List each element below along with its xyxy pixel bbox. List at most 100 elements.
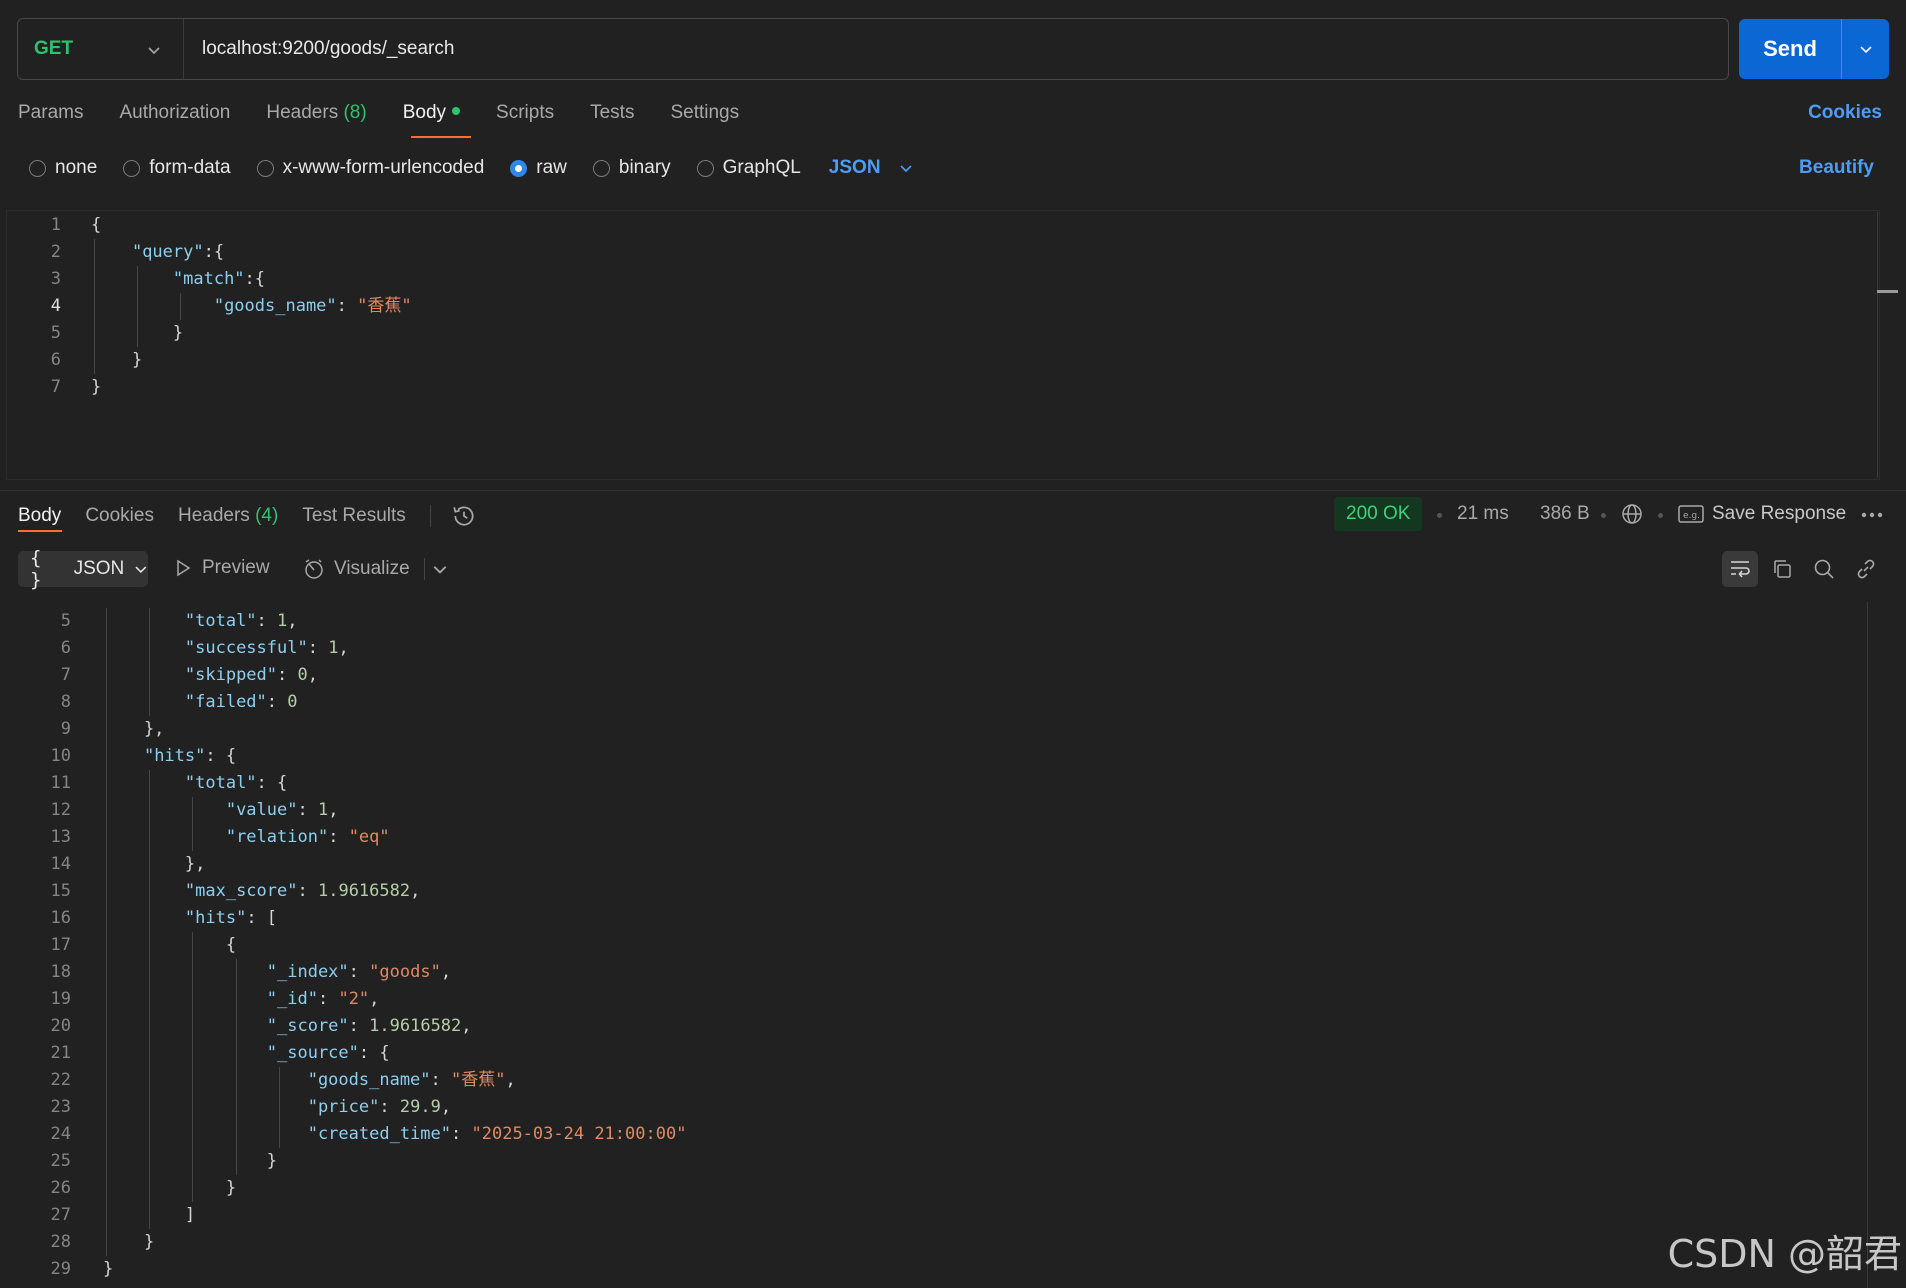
editor-scrollbar[interactable] xyxy=(1877,212,1878,478)
indent-guide xyxy=(192,797,194,824)
tab-authorization[interactable]: Authorization xyxy=(119,102,230,138)
response-time[interactable]: 21 ms xyxy=(1457,503,1509,525)
raw-format-select[interactable]: JSON xyxy=(829,157,913,179)
body-type-raw[interactable]: raw xyxy=(510,157,567,179)
indent-guide xyxy=(106,1148,107,1175)
line-number: 25 xyxy=(50,1151,71,1171)
line-number: 11 xyxy=(50,773,71,793)
send-button[interactable]: Send xyxy=(1739,19,1841,79)
code-line: "total": { xyxy=(184,773,288,793)
indent-guide xyxy=(106,635,107,662)
code-line: "_index": "goods", xyxy=(266,962,452,982)
indent-guide xyxy=(149,1094,151,1121)
line-number: 12 xyxy=(50,800,71,820)
chevron-down-icon[interactable] xyxy=(432,561,448,577)
resp-tab-body[interactable]: Body xyxy=(18,505,61,527)
active-tab-indicator xyxy=(18,530,62,532)
copy-button[interactable] xyxy=(1764,551,1800,587)
body-type-none[interactable]: none xyxy=(29,157,97,179)
indent-guide xyxy=(106,743,107,770)
indent-guide xyxy=(106,1175,107,1202)
indent-guide xyxy=(235,1040,237,1067)
code-line: } xyxy=(103,1178,237,1198)
code-line: } xyxy=(91,350,143,370)
line-number: 18 xyxy=(50,962,71,982)
resp-tab-cookies[interactable]: Cookies xyxy=(85,505,154,527)
url-input[interactable] xyxy=(184,19,1728,79)
line-number: 19 xyxy=(50,989,71,1009)
scrollbar-thumb[interactable] xyxy=(1877,290,1898,293)
indent-guide xyxy=(137,266,139,293)
body-type-binary[interactable]: binary xyxy=(592,157,671,179)
indent-guide xyxy=(149,986,151,1013)
wrap-lines-button[interactable] xyxy=(1722,551,1758,587)
history-icon[interactable] xyxy=(451,503,477,529)
response-format-select[interactable]: { } JSON xyxy=(18,547,148,591)
body-type-form-data[interactable]: form-data xyxy=(123,157,231,179)
tab-body[interactable]: Body xyxy=(403,102,461,138)
code-line: } xyxy=(91,377,102,397)
indent-guide xyxy=(94,347,95,374)
line-number: 24 xyxy=(50,1124,71,1144)
tab-headers[interactable]: Headers (8) xyxy=(266,102,366,138)
wrap-lines-icon xyxy=(1731,561,1750,578)
indent-guide xyxy=(192,1067,194,1094)
send-options-button[interactable] xyxy=(1841,19,1889,79)
indent-guide xyxy=(94,266,95,293)
line-number: 16 xyxy=(50,908,71,928)
indent-guide xyxy=(106,824,107,851)
link-button[interactable] xyxy=(1848,551,1884,587)
pane-divider[interactable] xyxy=(0,490,1906,491)
tab-tests[interactable]: Tests xyxy=(590,102,634,138)
line-number: 22 xyxy=(50,1070,71,1090)
search-button[interactable] xyxy=(1806,551,1842,587)
preview-button[interactable]: Preview xyxy=(174,557,270,579)
indent-guide xyxy=(106,608,107,635)
status-badge[interactable]: 200 OK xyxy=(1334,497,1423,531)
separator-dot xyxy=(1601,513,1606,518)
code-line: "_source": { xyxy=(266,1043,390,1063)
line-number: 21 xyxy=(50,1043,71,1063)
line-number: 20 xyxy=(50,1016,71,1036)
line-number: 8 xyxy=(60,692,71,712)
indent-guide xyxy=(106,959,107,986)
watermark: CSDN @韶君 xyxy=(1667,1232,1902,1276)
beautify-button[interactable]: Beautify xyxy=(1799,157,1874,179)
save-example-icon: e.g. xyxy=(1678,505,1704,523)
more-options-icon[interactable] xyxy=(1860,508,1884,522)
radio-circle xyxy=(696,159,714,177)
tab-params[interactable]: Params xyxy=(18,102,83,138)
line-number: 13 xyxy=(50,827,71,847)
visualize-button[interactable]: Visualize xyxy=(302,557,410,581)
indent-guide xyxy=(106,1202,107,1229)
cookies-link[interactable]: Cookies xyxy=(1808,102,1882,124)
request-body-editor[interactable] xyxy=(6,210,1880,480)
indent-guide xyxy=(192,1148,194,1175)
save-response-button[interactable]: e.g. Save Response xyxy=(1678,503,1846,525)
play-icon xyxy=(177,559,191,577)
radio-circle xyxy=(29,159,46,177)
indent-guide xyxy=(235,1148,237,1175)
tab-headers-label: Headers xyxy=(266,102,339,123)
method-select[interactable]: GET xyxy=(18,19,184,79)
response-size[interactable]: 386 B xyxy=(1540,503,1590,525)
indent-guide xyxy=(192,1094,194,1121)
resp-tab-headers[interactable]: Headers (4) xyxy=(178,505,278,527)
globe-icon[interactable] xyxy=(1620,502,1644,526)
indent-guide xyxy=(192,959,194,986)
resp-tab-test-results[interactable]: Test Results xyxy=(302,505,405,527)
indent-guide xyxy=(149,824,151,851)
radio-circle xyxy=(592,159,610,177)
response-tabs: Body Cookies Headers (4) Test Results xyxy=(18,503,477,529)
save-response-label: Save Response xyxy=(1712,503,1847,524)
body-type-graphql[interactable]: GraphQL xyxy=(696,157,801,179)
radio-circle xyxy=(123,159,141,177)
line-number: 10 xyxy=(50,746,71,766)
line-number: 1 xyxy=(50,215,61,235)
tab-settings[interactable]: Settings xyxy=(670,102,739,138)
response-scrollbar[interactable] xyxy=(1867,602,1868,1288)
code-line: "hits": [ xyxy=(184,908,278,928)
body-type-urlencoded[interactable]: x-www-form-urlencoded xyxy=(256,157,484,179)
tab-scripts[interactable]: Scripts xyxy=(496,102,554,138)
code-line: { xyxy=(91,215,102,235)
